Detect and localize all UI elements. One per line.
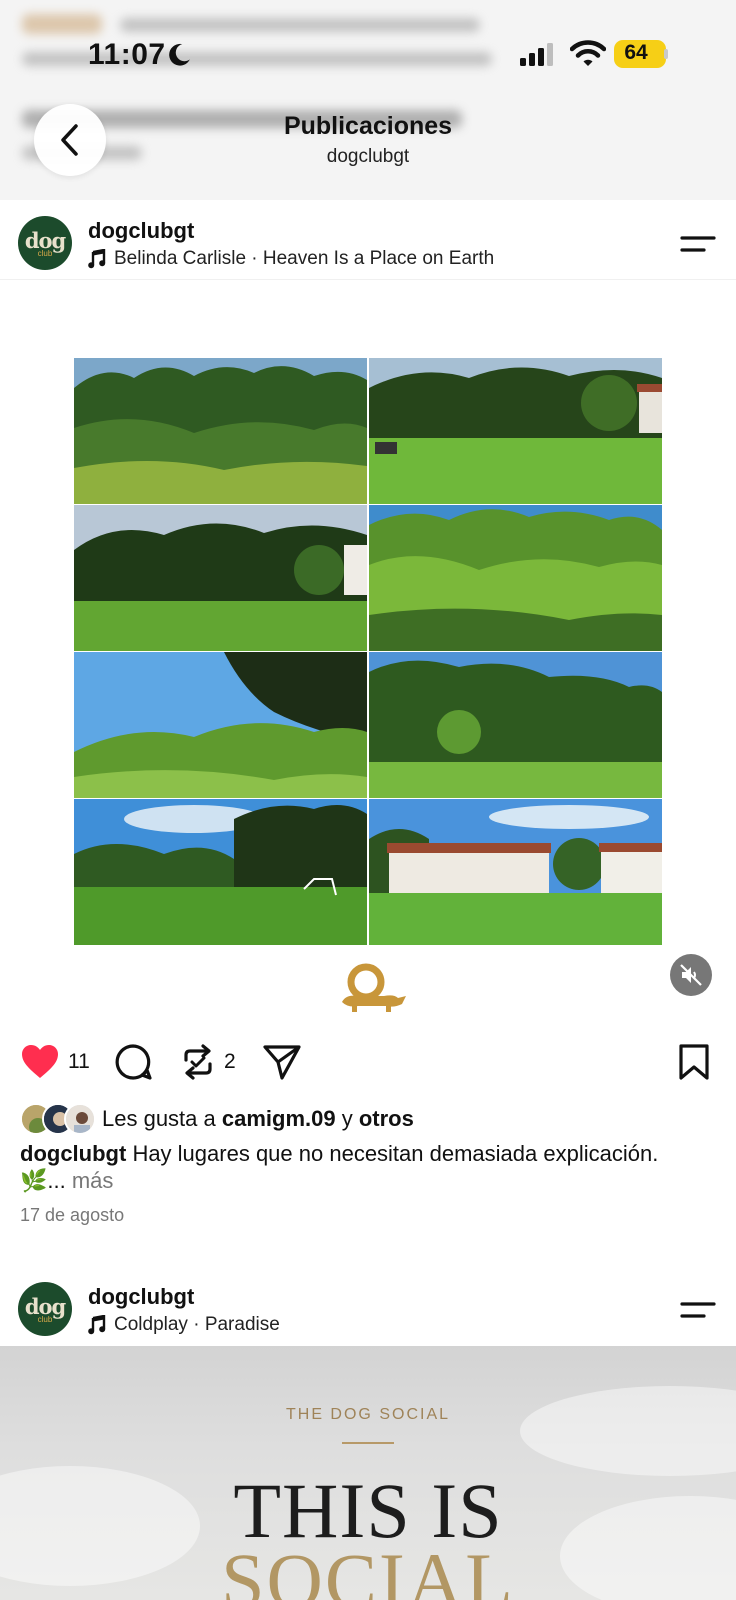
avatar[interactable]: dog club xyxy=(18,216,72,270)
post-menu-icon[interactable] xyxy=(680,232,716,256)
photo-field-trees xyxy=(74,799,367,945)
brand-logo-icon xyxy=(342,963,406,1012)
post-music[interactable]: Belinda Carlisle · Heaven Is a Place on … xyxy=(88,248,494,270)
repost-action[interactable]: 2 xyxy=(180,1040,236,1084)
caption-more-link[interactable]: más xyxy=(72,1168,114,1193)
post-caption: dogclubgt Hay lugares que no necesitan d… xyxy=(20,1140,660,1194)
post-header: dog club dogclubgt Coldplay · Paradise xyxy=(0,1270,736,1346)
liked-by-prefix: Les gusta a xyxy=(102,1106,216,1131)
cellular-signal-icon xyxy=(520,43,553,66)
post-username[interactable]: dogclubgt xyxy=(88,1284,194,1310)
music-track: Coldplay · Paradise xyxy=(114,1314,280,1335)
post-eyebrow-text: THE DOG SOCIAL xyxy=(285,1406,451,1423)
save-action[interactable] xyxy=(678,1040,710,1084)
liked-by-user[interactable]: camigm.09 xyxy=(222,1106,336,1132)
music-note-icon xyxy=(88,1315,106,1335)
photo-trees-lawn xyxy=(74,505,367,651)
avatar xyxy=(64,1103,96,1135)
caption-username[interactable]: dogclubgt xyxy=(20,1141,126,1166)
post-headline-line2: SOCIAL xyxy=(221,1537,515,1600)
page-title: Publicaciones xyxy=(283,112,453,140)
music-track: Belinda Carlisle · Heaven Is a Place on … xyxy=(114,248,495,269)
speaker-muted-icon xyxy=(680,964,702,986)
page-subtitle: dogclubgt xyxy=(326,146,410,167)
share-action[interactable] xyxy=(262,1040,302,1084)
avatar-logo-subtext: club xyxy=(37,1315,53,1324)
like-action[interactable]: 11 xyxy=(20,1040,90,1084)
divider xyxy=(342,1442,394,1444)
music-note-icon xyxy=(88,249,106,269)
top-navigation-bar: 11:07 64 Publicaciones dogclubgt xyxy=(0,0,736,200)
heart-filled-icon xyxy=(22,1045,58,1078)
liked-by-row[interactable]: Les gusta a camigm.09 y otros xyxy=(20,1102,414,1136)
moon-icon xyxy=(169,43,190,66)
mute-toggle-button[interactable] xyxy=(670,954,712,996)
likes-count: 11 xyxy=(68,1050,90,1073)
liked-by-others[interactable]: otros xyxy=(359,1106,414,1132)
post-actions: 11 2 xyxy=(0,1040,736,1084)
battery-level: 64 xyxy=(624,41,648,64)
status-bar: 11:07 64 xyxy=(0,30,736,80)
comment-action[interactable] xyxy=(114,1040,152,1084)
post-music[interactable]: Coldplay · Paradise xyxy=(88,1314,280,1336)
photo-house-lawn xyxy=(369,799,662,945)
post-image[interactable]: THE DOG SOCIAL THIS IS SOCIAL xyxy=(0,1346,736,1600)
liked-by-joiner: y xyxy=(341,1106,353,1131)
photo-pine-sky xyxy=(74,652,367,798)
photo-forest-1 xyxy=(74,358,367,504)
post-username[interactable]: dogclubgt xyxy=(88,218,194,244)
photo-lawn-house xyxy=(369,358,662,504)
post-date: 17 de agosto xyxy=(20,1205,125,1225)
avatar[interactable]: dog club xyxy=(18,1282,72,1336)
clock: 11:07 xyxy=(88,38,166,71)
photo-forest-edge xyxy=(369,652,662,798)
wifi-icon xyxy=(570,40,606,66)
battery-indicator: 64 xyxy=(614,40,666,68)
post-menu-icon[interactable] xyxy=(680,1298,716,1322)
avatar-logo-subtext: club xyxy=(37,249,53,258)
comment-icon xyxy=(115,1044,152,1080)
photo-lush-forest xyxy=(369,505,662,651)
reposts-count: 2 xyxy=(224,1050,236,1073)
post-header: dog club dogclubgt Belinda Carlisle · He… xyxy=(0,204,736,280)
cloud-shape xyxy=(520,1386,736,1476)
battery-cap xyxy=(664,49,668,59)
post-image-collage[interactable] xyxy=(74,358,662,948)
send-icon xyxy=(263,1045,301,1080)
bookmark-icon xyxy=(679,1044,709,1080)
repost-icon xyxy=(184,1044,212,1080)
